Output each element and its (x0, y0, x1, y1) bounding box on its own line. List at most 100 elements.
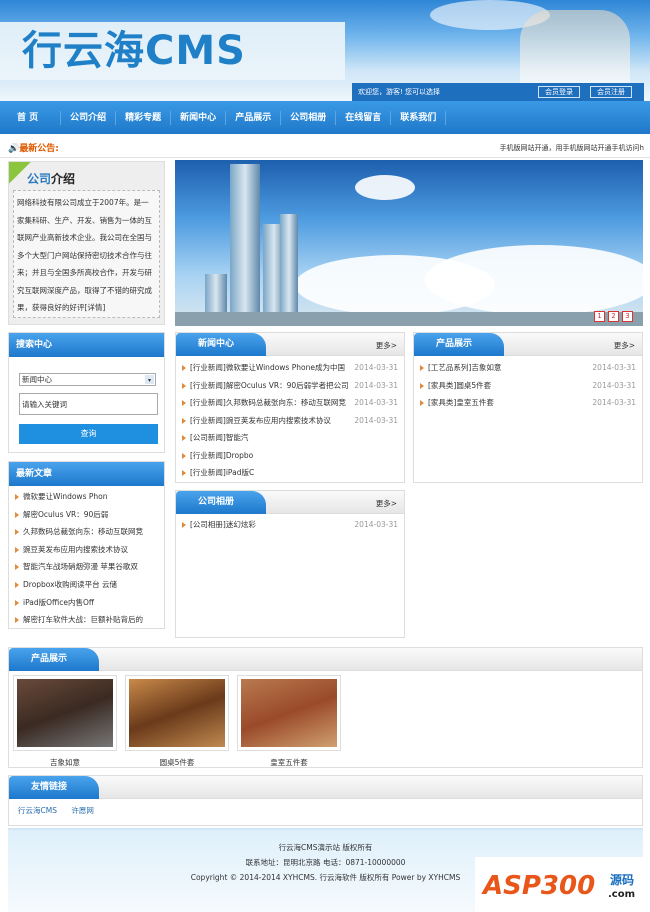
footer-copyright: 行云海CMS演示站 版权所有 (278, 843, 373, 852)
link-item[interactable]: 许愿网 (71, 806, 94, 815)
item-date: 2014-03-31 (354, 398, 398, 407)
showcase-title: 产品展示 (9, 648, 99, 671)
site-logo[interactable]: 行云海CMS (0, 22, 345, 80)
product-image (17, 679, 113, 747)
item-date: 2014-03-31 (592, 398, 636, 407)
item-title[interactable]: [行业新闻]微软要让Windows Phone成为中国 (190, 363, 345, 372)
product-showcase: 产品展示 吉象如意 圆桌5件套 皇室五件套 (8, 647, 643, 768)
search-button[interactable]: 查询 (19, 424, 158, 444)
nav-products[interactable]: 产品展示 (226, 110, 282, 125)
keyword-input[interactable]: 请输入关键词 (19, 393, 158, 415)
item-title[interactable]: 久邦数码总裁张向东：移动互联网竞 (23, 527, 143, 536)
links-title: 友情链接 (9, 776, 99, 799)
item-date: 2014-03-31 (354, 520, 398, 529)
list-item[interactable]: 久邦数码总裁张向东：移动互联网竞 (9, 523, 164, 541)
news-title: 新闻中心 (176, 333, 266, 356)
news-center: 新闻中心 更多> [行业新闻]微软要让Windows Phone成为中国 2014-… (175, 332, 405, 483)
item-title[interactable]: Dropbox收购阅读平台 云储 (23, 580, 117, 589)
item-title[interactable]: 微软要让Windows Phon (23, 492, 107, 501)
slide-2-button[interactable]: 2 (608, 311, 619, 322)
item-title[interactable]: 解密打车软件大战：巨额补贴背后的 (23, 615, 143, 624)
notice-marquee[interactable]: 手机版网站开通，用手机版网站开通手机访问h (500, 143, 644, 153)
product-list: 产品展示 更多> [工艺品系列]吉象如意 2014-03-31 [家具类]圆桌5件套 2… (413, 332, 643, 483)
album-more-link[interactable]: 更多> (376, 498, 397, 509)
item-title[interactable]: 解密Oculus VR：90后弱 (23, 510, 108, 519)
list-item[interactable]: 解密打车软件大战：巨额补贴背后的 (9, 611, 164, 629)
notice-label: 最新公告: (19, 144, 59, 154)
intro-text[interactable]: 网络科技有限公司成立于2007年。是一家集科研、生产、开发、销售为一体的互联网产… (13, 190, 160, 318)
products-title: 产品展示 (414, 333, 504, 356)
item-title[interactable]: [家具类]皇室五件套 (428, 398, 494, 407)
welcome-text: 欢迎您，游客! 您可以选择 (358, 88, 441, 96)
list-item[interactable]: iPad版Office内售Off (9, 594, 164, 612)
item-date: 2014-03-31 (354, 363, 398, 372)
welcome-bar: 欢迎您，游客! 您可以选择 会员登录 会员注册 (352, 83, 644, 101)
link-item[interactable]: 行云海CMS (18, 806, 57, 815)
company-album: 公司相册 更多> [公司相册]迷幻炫彩 2014-03-31 (175, 490, 405, 638)
list-item[interactable]: Dropbox收购阅读平台 云储 (9, 576, 164, 594)
bridge (175, 312, 643, 326)
people-photo (520, 10, 630, 85)
list-item[interactable]: 微软要让Windows Phon (9, 488, 164, 506)
watermark-logo: ASP300 源码 .com (475, 857, 650, 912)
item-title[interactable]: [工艺品系列]吉象如意 (428, 363, 501, 372)
chevron-down-icon: ▾ (145, 375, 154, 384)
nav-about[interactable]: 公司介绍 (61, 110, 117, 125)
search-title: 搜索中心 (9, 333, 164, 357)
product-image (241, 679, 337, 747)
nav-album[interactable]: 公司相册 (281, 110, 337, 125)
banner-slideshow[interactable]: 1 2 3 (175, 160, 643, 326)
nav-home[interactable]: 首 页 (8, 110, 62, 125)
list-item[interactable]: [公司相册]迷幻炫彩 2014-03-31 (176, 516, 404, 534)
nav-guestbook[interactable]: 在线留言 (336, 110, 392, 125)
category-select[interactable]: 新闻中心 ▾ (19, 373, 156, 386)
item-date: 2014-03-31 (354, 380, 398, 390)
list-item[interactable]: [家具类]圆桌5件套 2014-03-31 (414, 377, 642, 395)
main-nav: 首 页 公司介绍 精彩专题 新闻中心 产品展示 公司相册 在线留言 联系我们 (0, 101, 650, 134)
item-title[interactable]: [公司新闻]智能汽 (190, 433, 248, 442)
list-item[interactable]: [行业新闻]微软要让Windows Phone成为中国 2014-03-31 (176, 359, 404, 377)
list-item[interactable]: [工艺品系列]吉象如意 2014-03-31 (414, 359, 642, 377)
item-title[interactable]: [行业新闻]iPad版C (190, 468, 254, 477)
list-item[interactable]: [行业新闻]Dropbo (176, 447, 404, 465)
list-item[interactable]: [行业新闻]解密Oculus VR：90后弱学者把公司 2014-03-31 (176, 377, 404, 395)
item-title[interactable]: 智能汽车战场硝烟弥漫 苹果谷歌双 (23, 562, 138, 571)
speaker-icon: 🔊 (8, 144, 20, 154)
list-item[interactable]: [行业新闻]久邦数码总裁张向东：移动互联网竞 2014-03-31 (176, 394, 404, 412)
product-card[interactable]: 吉象如意 (13, 675, 117, 768)
item-title[interactable]: iPad版Office内售Off (23, 598, 94, 607)
product-image (129, 679, 225, 747)
list-item[interactable]: [家具类]皇室五件套 2014-03-31 (414, 394, 642, 412)
latest-articles: 最新文章 微软要让Windows Phon 解密Oculus VR：90后弱 久邦数… (8, 461, 165, 629)
item-title[interactable]: [行业新闻]Dropbo (190, 451, 253, 460)
company-intro: 公司介绍 网络科技有限公司成立于2007年。是一家集科研、生产、开发、销售为一体… (8, 161, 165, 325)
list-item[interactable]: [行业新闻]iPad版C (176, 464, 404, 482)
item-title[interactable]: [家具类]圆桌5件套 (428, 381, 491, 390)
login-button[interactable]: 会员登录 (538, 86, 580, 98)
item-title[interactable]: [行业新闻]解密Oculus VR：90后弱学者把公司 (190, 381, 349, 390)
item-title[interactable]: [行业新闻]豌豆荚发布应用内搜索技术协议 (190, 416, 331, 425)
item-date: 2014-03-31 (354, 415, 398, 425)
register-button[interactable]: 会员注册 (590, 86, 632, 98)
products-more-link[interactable]: 更多> (614, 340, 635, 351)
item-date: 2014-03-31 (592, 380, 636, 390)
item-title[interactable]: 豌豆荚发布应用内搜索技术协议 (23, 545, 128, 554)
album-title: 公司相册 (176, 491, 266, 514)
list-item[interactable]: [公司新闻]智能汽 (176, 429, 404, 447)
friend-links: 友情链接 行云海CMS 许愿网 (8, 775, 643, 826)
slide-1-button[interactable]: 1 (594, 311, 605, 322)
list-item[interactable]: 豌豆荚发布应用内搜索技术协议 (9, 541, 164, 559)
list-item[interactable]: [行业新闻]豌豆荚发布应用内搜索技术协议 2014-03-31 (176, 412, 404, 430)
item-title[interactable]: [行业新闻]久邦数码总裁张向东：移动互联网竞 (190, 398, 346, 407)
notice-bar: 🔊最新公告: 手机版网站开通，用手机版网站开通手机访问h (0, 136, 650, 158)
nav-topics[interactable]: 精彩专题 (116, 110, 172, 125)
item-title[interactable]: [公司相册]迷幻炫彩 (190, 520, 256, 529)
nav-contact[interactable]: 联系我们 (391, 110, 447, 125)
news-more-link[interactable]: 更多> (376, 340, 397, 351)
slide-3-button[interactable]: 3 (622, 311, 633, 322)
product-card[interactable]: 圆桌5件套 (125, 675, 229, 768)
list-item[interactable]: 解密Oculus VR：90后弱 (9, 506, 164, 524)
nav-news[interactable]: 新闻中心 (171, 110, 227, 125)
list-item[interactable]: 智能汽车战场硝烟弥漫 苹果谷歌双 (9, 558, 164, 576)
product-card[interactable]: 皇室五件套 (237, 675, 341, 768)
